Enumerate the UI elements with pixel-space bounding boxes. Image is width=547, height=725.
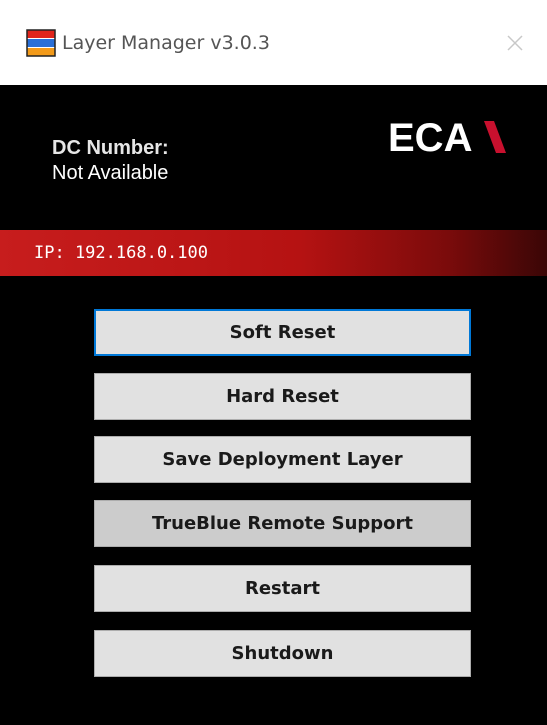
eca-logo-icon: ECA [388,116,506,159]
shutdown-button[interactable]: Shutdown [94,630,471,677]
restart-button[interactable]: Restart [94,565,471,612]
trueblue-remote-support-button[interactable]: TrueBlue Remote Support [94,500,471,547]
ip-address-text: IP: 192.168.0.100 [34,243,208,263]
dc-number-label: DC Number: [52,137,169,159]
window-title: Layer Manager v3.0.3 [62,32,270,54]
title-bar: Layer Manager v3.0.3 [0,0,547,85]
save-deployment-layer-button[interactable]: Save Deployment Layer [94,436,471,483]
ip-address-bar: IP: 192.168.0.100 [0,230,547,276]
logo-text: ECA [388,116,472,159]
layer-stack-icon [26,29,56,57]
close-icon[interactable] [500,28,530,58]
soft-reset-button[interactable]: Soft Reset [94,309,471,356]
layer-manager-window: Layer Manager v3.0.3 DC Number: Not Avai… [0,0,547,725]
dc-number-value: Not Available [52,162,169,184]
hard-reset-button[interactable]: Hard Reset [94,373,471,420]
